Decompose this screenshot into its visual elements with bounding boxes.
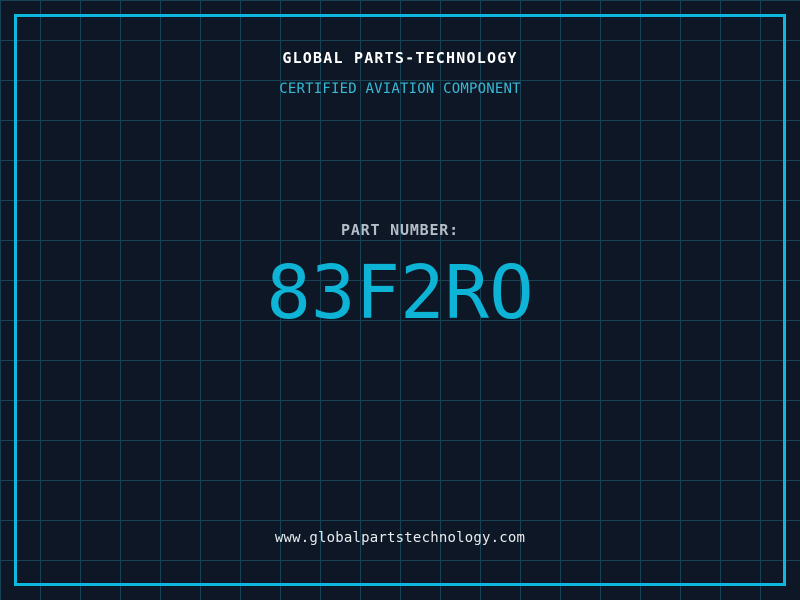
certification-tagline: CERTIFIED AVIATION COMPONENT xyxy=(279,81,521,97)
part-number-value: 83F2RO xyxy=(266,250,534,336)
company-title: GLOBAL PARTS-TECHNOLOGY xyxy=(282,49,518,67)
website-url: www.globalpartstechnology.com xyxy=(274,530,526,546)
part-number-label: PART NUMBER: xyxy=(341,221,459,239)
certificate-card: GLOBAL PARTS-TECHNOLOGY CERTIFIED AVIATI… xyxy=(0,0,800,600)
